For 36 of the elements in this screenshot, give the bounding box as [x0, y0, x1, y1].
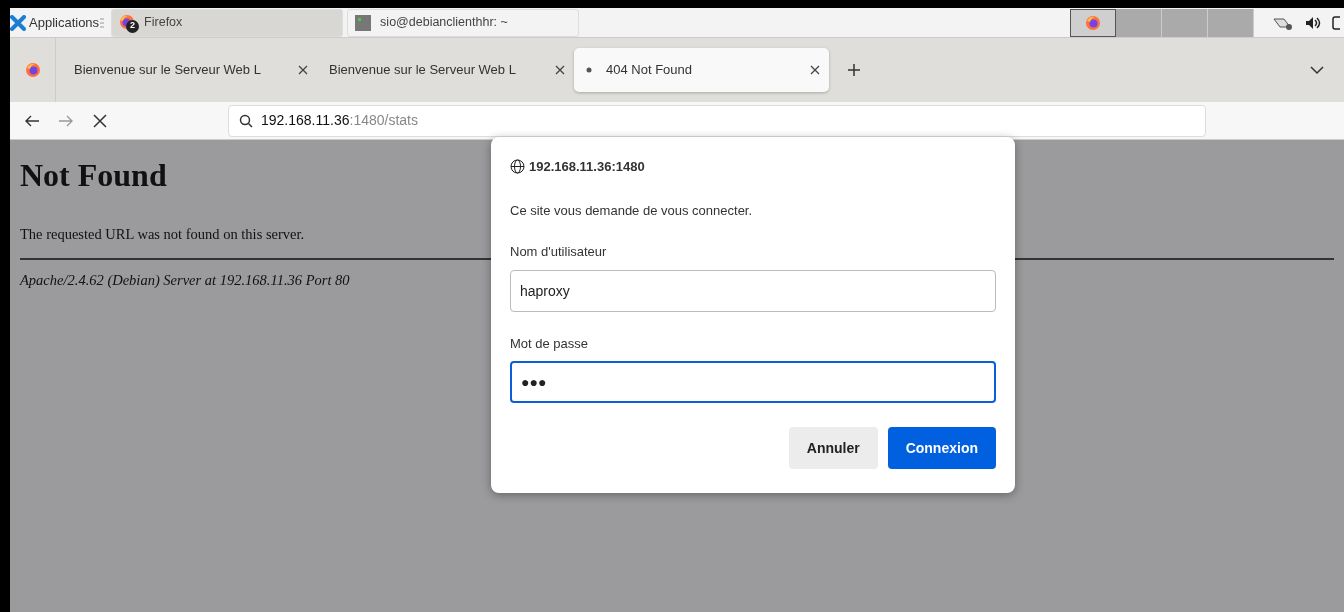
- taskbar-button[interactable]: sio@debianclienthhr: ~: [347, 8, 580, 37]
- field-label: Mot de passe: [510, 334, 590, 353]
- globe-icon: [510, 159, 525, 175]
- firefox-icon[interactable]: [24, 62, 41, 78]
- close-icon[interactable]: [297, 64, 309, 76]
- stop-button[interactable]: [92, 112, 108, 129]
- search-icon: [239, 113, 253, 128]
- site-origin: 192.168.11.36:1480: [529, 158, 645, 176]
- close-icon[interactable]: [809, 64, 821, 76]
- firefox-icon: [1085, 14, 1101, 31]
- field-label: Nom d'utilisateur: [510, 243, 608, 261]
- prompt-text: Ce site vous demande de vous connecter.: [510, 201, 754, 220]
- browser-tab[interactable]: 404 Not Found: [574, 48, 829, 92]
- cancel-button[interactable]: Annuler: [788, 427, 878, 469]
- close-icon: [92, 112, 108, 129]
- browser-tab[interactable]: Bienvenue sur le Serveur Web L: [317, 48, 574, 92]
- taskbar-button[interactable]: 2 Firefox: [111, 8, 344, 37]
- volume-icon: [1304, 14, 1322, 31]
- plus-icon: [847, 63, 861, 77]
- chevron-down-icon: [1310, 65, 1324, 75]
- x-logo-icon: [10, 14, 26, 31]
- page-heading: Not Found: [20, 156, 167, 195]
- server-signature: Apache/2.4.62 (Debian) Server at 192.168.11.36 Port 80: [20, 271, 350, 291]
- tab-list-button[interactable]: [1310, 65, 1324, 75]
- browser-tab[interactable]: Bienvenue sur le Serveur Web L: [62, 48, 317, 92]
- error-message: The requested URL was not found on this server.: [20, 225, 305, 245]
- password-field[interactable]: ●●●: [510, 361, 996, 403]
- url-text: 192.168.11.36:1480/stats: [261, 111, 418, 130]
- connect-button[interactable]: Connexion: [887, 427, 996, 469]
- close-icon[interactable]: [554, 64, 566, 76]
- address-bar[interactable]: 192.168.11.36:1480/stats: [228, 104, 1206, 137]
- terminal-icon: [354, 13, 373, 32]
- applications-menu[interactable]: Applications: [10, 12, 100, 33]
- workspace-button[interactable]: [1070, 8, 1116, 37]
- username-field[interactable]: haproxy: [510, 269, 996, 312]
- handle-icon: [99, 15, 106, 30]
